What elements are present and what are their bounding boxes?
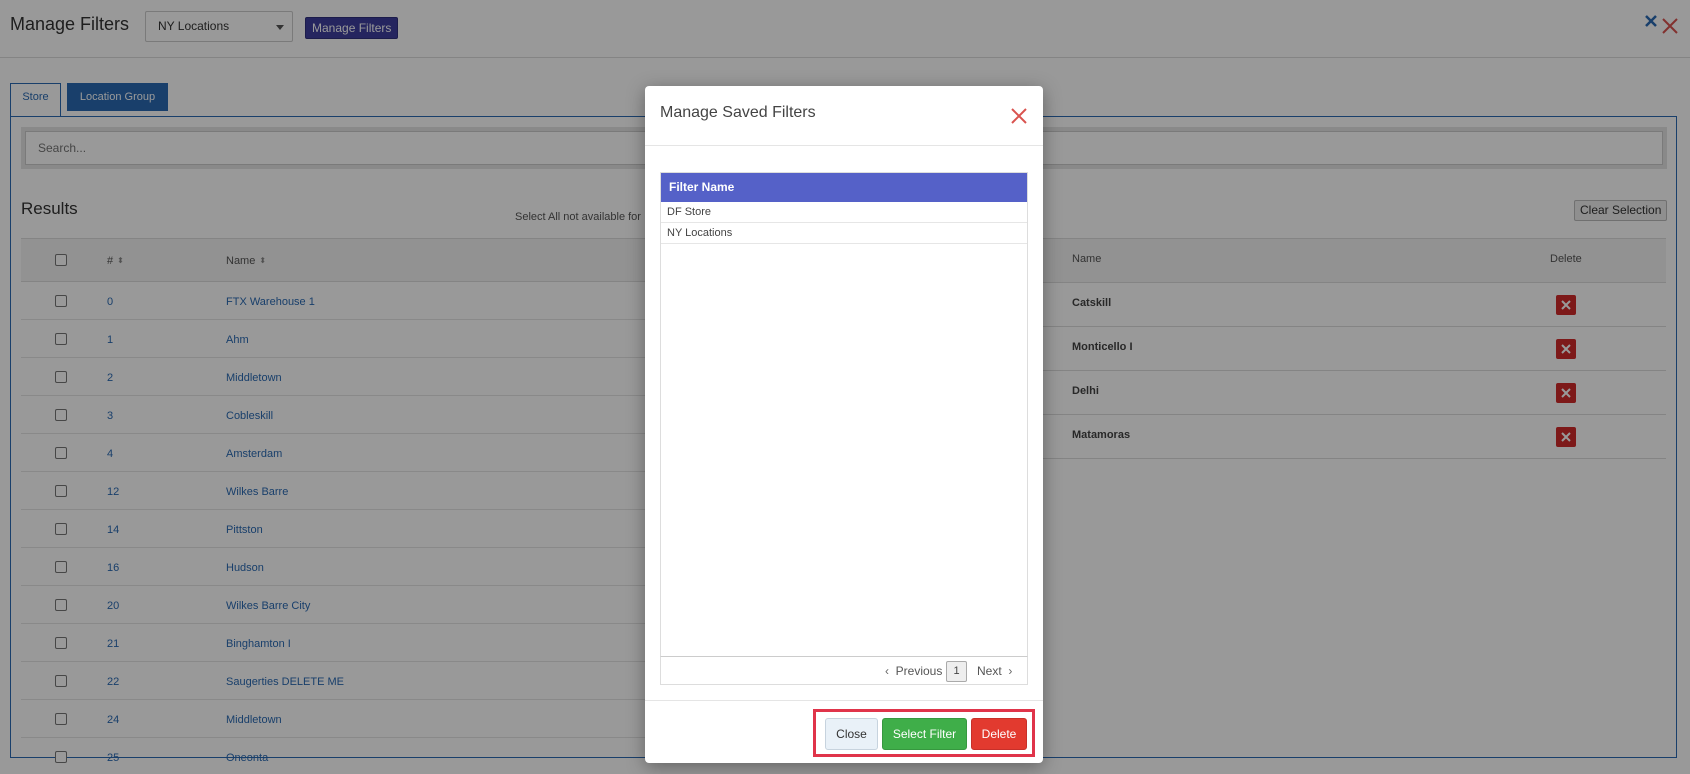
chevron-right-icon: › (1008, 664, 1013, 678)
grid-pager: ‹ Previous 1 Next › (660, 656, 1028, 685)
close-icon[interactable] (1009, 106, 1029, 126)
delete-button[interactable]: Delete (971, 718, 1027, 750)
filter-row[interactable]: DF Store (661, 202, 1027, 223)
close-button[interactable]: Close (825, 718, 878, 750)
select-filter-button[interactable]: Select Filter (882, 718, 967, 750)
next-page-button[interactable]: Next › (977, 664, 1012, 678)
modal-header: Manage Saved Filters (645, 86, 1043, 146)
modal-title: Manage Saved Filters (660, 104, 816, 121)
column-header-filter-name[interactable]: Filter Name (661, 173, 1027, 202)
saved-filters-grid: Filter Name DF Store NY Locations (660, 172, 1028, 684)
modal-footer: Close Select Filter Delete (645, 700, 1043, 763)
chevron-left-icon: ‹ (885, 664, 889, 678)
previous-page-button[interactable]: ‹ Previous (885, 664, 942, 678)
page-number[interactable]: 1 (946, 661, 967, 682)
filter-row[interactable]: NY Locations (661, 223, 1027, 244)
manage-saved-filters-modal: Manage Saved Filters Filter Name DF Stor… (645, 86, 1043, 763)
